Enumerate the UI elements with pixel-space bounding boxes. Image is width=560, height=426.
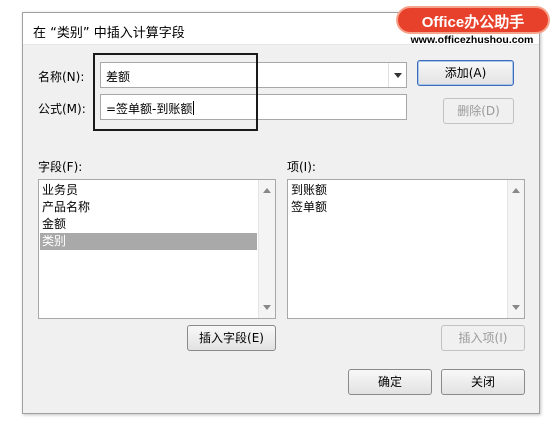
list-item-field[interactable]: 业务员: [40, 182, 257, 199]
list-item-item[interactable]: 到账额: [289, 182, 506, 199]
list-item-field[interactable]: 产品名称: [40, 199, 257, 216]
delete-button-label: 删除(D): [457, 104, 500, 118]
list-item-field-selected[interactable]: 类别: [40, 233, 257, 250]
fields-list: 业务员 产品名称 金额 类别: [40, 182, 257, 250]
insert-item-button-label: 插入项(I): [458, 331, 508, 345]
ok-button[interactable]: 确定: [348, 369, 432, 395]
insert-item-button[interactable]: 插入项(I): [441, 325, 525, 351]
name-label: 名称(N):: [38, 68, 84, 85]
fields-scrollbar[interactable]: [258, 180, 275, 318]
items-listbox[interactable]: 到账额 签单额: [287, 179, 525, 319]
fields-label: 字段(F):: [38, 160, 83, 174]
add-button-label: 添加(A): [444, 66, 487, 80]
annotation-highlight-box: [93, 53, 258, 131]
scroll-down-icon[interactable]: [263, 305, 271, 310]
watermark-badge: Office办公助手: [398, 8, 548, 32]
scroll-down-icon[interactable]: [512, 305, 520, 310]
close-button-label: 关闭: [470, 375, 495, 389]
fields-listbox[interactable]: 业务员 产品名称 金额 类别: [38, 179, 276, 319]
close-button[interactable]: 关闭: [441, 369, 525, 395]
formula-label-text: 公式(M):: [38, 102, 86, 116]
chevron-down-icon[interactable]: [388, 63, 406, 87]
insert-calculated-field-dialog: 在 “类别” 中插入计算字段 名称(N): 差额 添加(A) 公式(M): =签…: [22, 12, 540, 414]
name-label-text: 名称(N):: [38, 70, 85, 84]
watermark-url: www.officezhushou.com: [410, 34, 534, 46]
dialog-title: 在 “类别” 中插入计算字段: [33, 26, 185, 41]
list-item-item[interactable]: 签单额: [289, 199, 506, 216]
items-scrollbar[interactable]: [507, 180, 524, 318]
items-label: 项(I):: [287, 160, 316, 174]
office-assistant-watermark: Office办公助手 www.officezhushou.com: [392, 6, 552, 56]
formula-label: 公式(M):: [38, 100, 86, 117]
scroll-up-icon[interactable]: [263, 188, 271, 193]
watermark-title: Office办公助手: [421, 14, 525, 31]
ok-button-label: 确定: [377, 375, 402, 389]
items-list: 到账额 签单额: [289, 182, 506, 216]
add-button[interactable]: 添加(A): [417, 60, 514, 86]
insert-field-button-label: 插入字段(E): [199, 331, 264, 345]
insert-field-button[interactable]: 插入字段(E): [187, 325, 276, 351]
list-item-field[interactable]: 金额: [40, 216, 257, 233]
delete-button[interactable]: 删除(D): [443, 98, 514, 124]
scroll-up-icon[interactable]: [512, 188, 520, 193]
